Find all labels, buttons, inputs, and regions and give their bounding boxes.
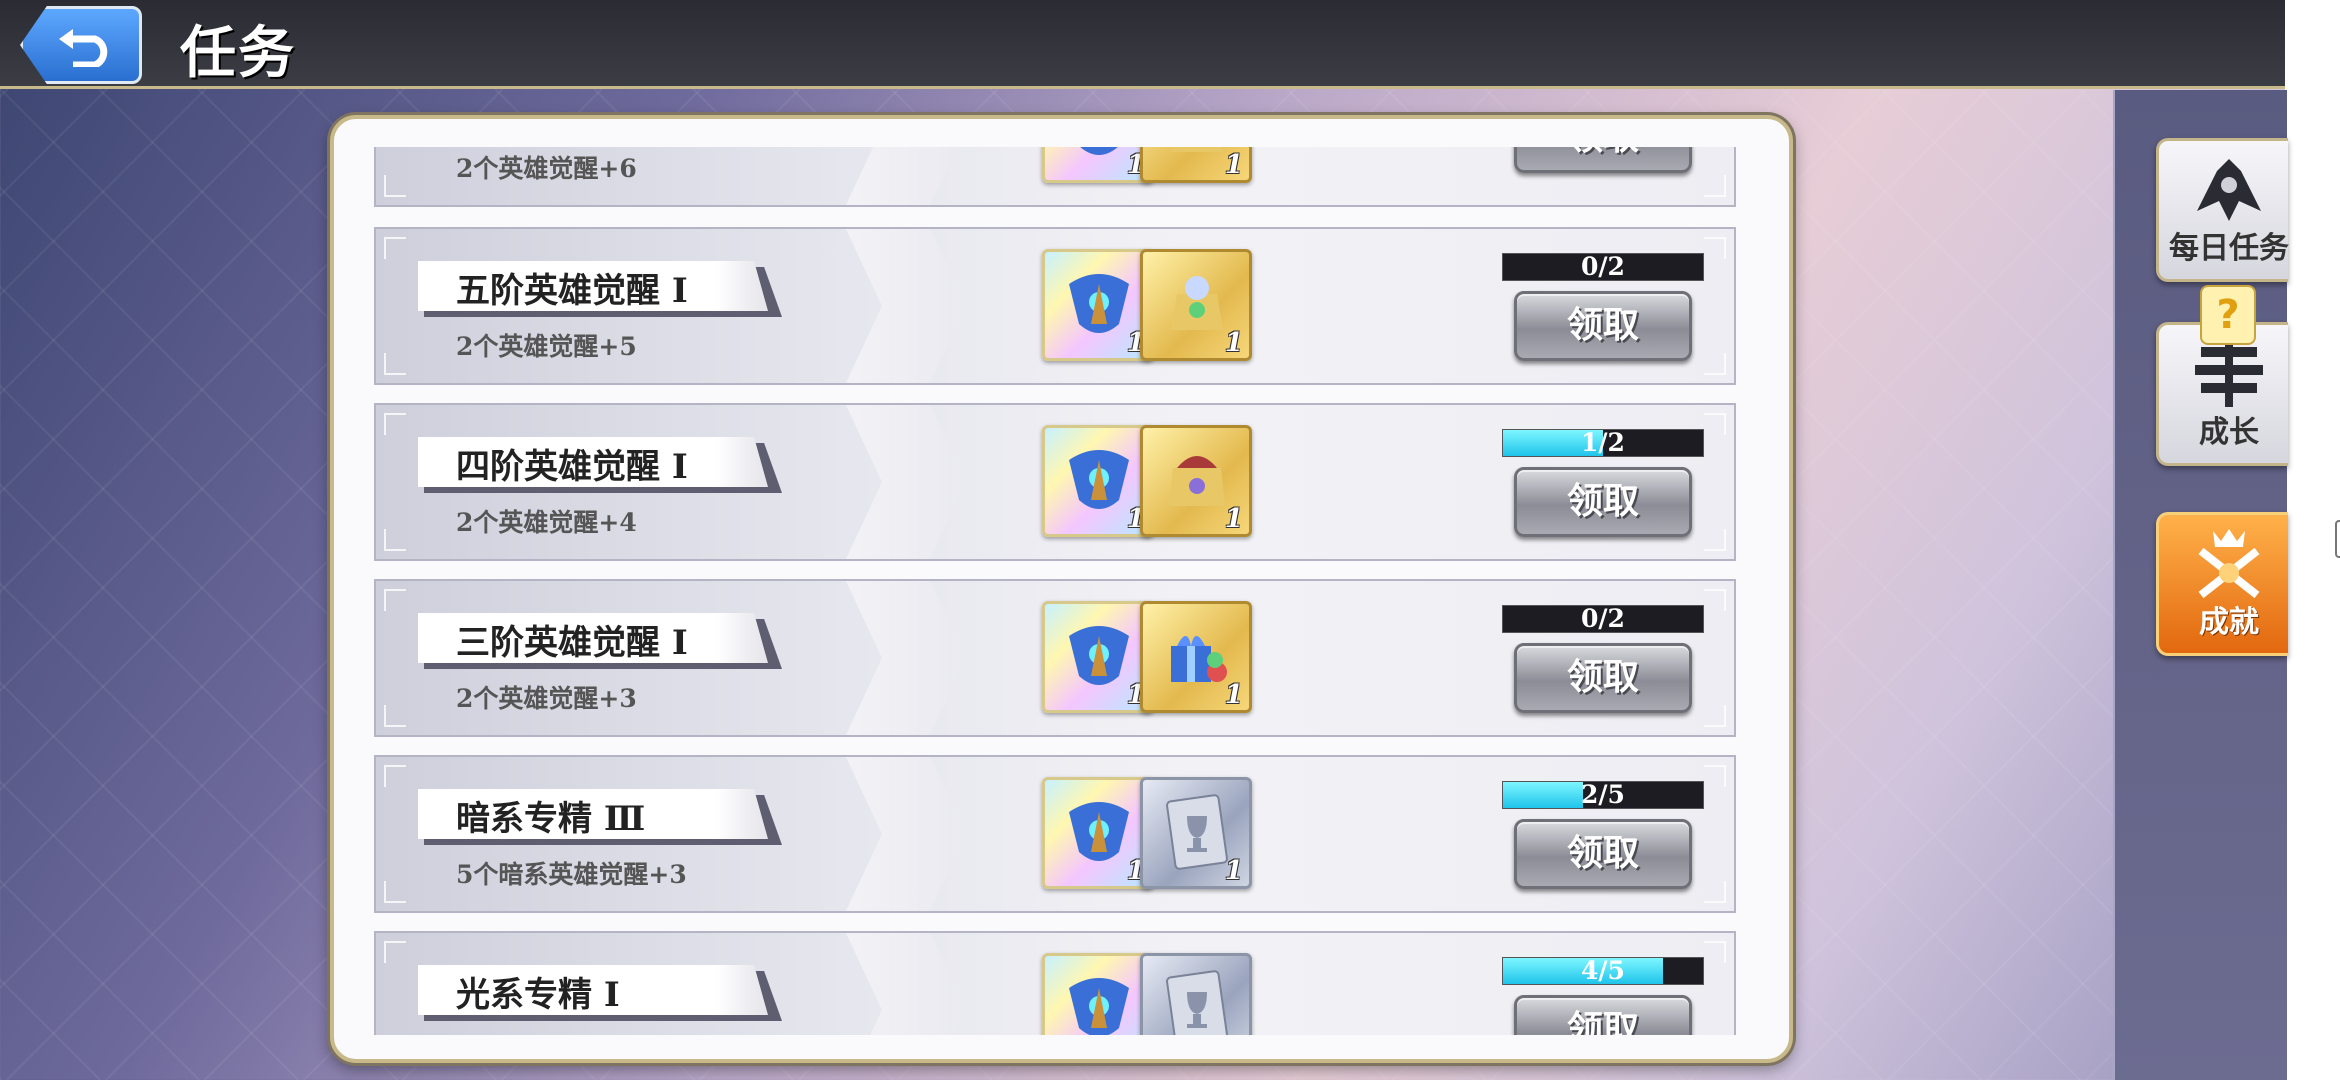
progress-text: 1/2 xyxy=(1581,428,1625,457)
back-arrow-icon xyxy=(59,29,108,67)
claim-button[interactable]: 领取 xyxy=(1514,995,1692,1035)
reward-item[interactable]: 1 xyxy=(1042,147,1154,183)
task-list-panel: 2个英雄觉醒+6 1 1 领取 五阶英雄觉醒 Ⅰ 2个英雄觉醒+5 xyxy=(330,115,1793,1063)
task-row: 暗系专精 Ⅲ 5个暗系英雄觉醒+3 1 1 2/5 领取 xyxy=(374,755,1736,913)
reward-item[interactable]: 1 xyxy=(1140,147,1252,183)
corner-ornament xyxy=(384,705,406,727)
wing-emblem-icon xyxy=(1069,978,1129,1035)
progress-bar: 0/2 xyxy=(1502,605,1704,633)
task-row: 四阶英雄觉醒 Ⅰ 2个英雄觉醒+4 1 1 1/2 领取 xyxy=(374,403,1736,561)
crossed-swords-crown-icon xyxy=(2198,529,2260,599)
reward-item[interactable] xyxy=(1140,953,1252,1035)
task-description: 2个英雄觉醒+6 xyxy=(456,154,637,183)
reward-quantity: 1 xyxy=(1224,856,1243,886)
row-decoration xyxy=(846,405,966,559)
lion-crest-icon xyxy=(2197,159,2261,221)
reward-quantity: 1 xyxy=(1224,150,1243,180)
row-decoration xyxy=(846,581,966,735)
corner-ornament xyxy=(384,175,406,197)
corner-ornament xyxy=(384,941,406,963)
reward-item[interactable] xyxy=(1042,953,1154,1035)
reward-item[interactable]: 1 xyxy=(1042,601,1154,713)
row-decoration xyxy=(846,229,966,383)
task-title: 四阶英雄觉醒 Ⅰ xyxy=(456,447,688,487)
row-decoration xyxy=(846,757,966,911)
corner-ornament xyxy=(1704,529,1726,551)
corner-ornament xyxy=(384,353,406,375)
corner-ornament xyxy=(384,589,406,611)
corner-ornament xyxy=(1704,765,1726,787)
task-row: 光系专精 Ⅰ 4/5 领取 xyxy=(374,931,1736,1035)
corner-ornament xyxy=(1704,705,1726,727)
back-button[interactable] xyxy=(20,6,142,84)
claim-button[interactable]: 领取 xyxy=(1514,291,1692,361)
corner-ornament xyxy=(1704,941,1726,963)
tab-label: 成长 xyxy=(2199,415,2259,450)
claim-button[interactable]: 领取 xyxy=(1514,643,1692,713)
task-description: 2个英雄觉醒+4 xyxy=(456,508,637,537)
task-title: 光系专精 Ⅰ xyxy=(456,975,620,1015)
progress-bar: 2/5 xyxy=(1502,781,1704,809)
reward-item[interactable]: 1 xyxy=(1140,777,1252,889)
page-title: 任务 xyxy=(180,20,296,86)
corner-ornament xyxy=(384,529,406,551)
progress-text: 0/2 xyxy=(1581,604,1625,633)
corner-ornament xyxy=(384,237,406,259)
progress-bar: 4/5 xyxy=(1502,957,1704,985)
tab-achievements[interactable]: 成就 xyxy=(2156,512,2288,656)
corner-ornament xyxy=(1704,237,1726,259)
reward-item[interactable]: 1 xyxy=(1042,249,1154,361)
reward-quantity: 1 xyxy=(1224,504,1243,534)
task-title: 三阶英雄觉醒 Ⅰ xyxy=(456,623,688,663)
task-description: 2个英雄觉醒+5 xyxy=(456,332,637,361)
edge-handle xyxy=(2335,520,2340,558)
corner-ornament xyxy=(384,413,406,435)
reward-item[interactable]: 1 xyxy=(1140,601,1252,713)
claim-button[interactable]: 领取 xyxy=(1514,819,1692,889)
task-description: 5个暗系英雄觉醒+3 xyxy=(456,860,687,889)
reward-item[interactable]: 1 xyxy=(1140,249,1252,361)
task-row: 2个英雄觉醒+6 1 1 领取 xyxy=(374,147,1736,207)
claim-button[interactable]: 领取 xyxy=(1514,467,1692,537)
task-row: 五阶英雄觉醒 Ⅰ 2个英雄觉醒+5 1 1 0/2 领取 xyxy=(374,227,1736,385)
reward-item[interactable]: 1 xyxy=(1140,425,1252,537)
corner-ornament xyxy=(1704,353,1726,375)
question-badge: ? xyxy=(2200,285,2256,345)
progress-text: 0/2 xyxy=(1581,252,1625,281)
trophy-card-icon xyxy=(1166,970,1228,1035)
progress-bar: 1/2 xyxy=(1502,429,1704,457)
corner-ornament xyxy=(384,881,406,903)
corner-ornament xyxy=(1704,175,1726,197)
reward-item[interactable]: 1 xyxy=(1042,425,1154,537)
tab-daily-tasks[interactable]: 每日任务 xyxy=(2156,138,2289,282)
progress-bar: 0/2 xyxy=(1502,253,1704,281)
corner-ornament xyxy=(1704,589,1726,611)
reward-item[interactable]: 1 xyxy=(1042,777,1154,889)
tab-label: 每日任务 xyxy=(2169,231,2289,266)
reward-quantity: 1 xyxy=(1224,328,1243,358)
top-bar: 任务 xyxy=(0,0,2285,89)
reward-quantity: 1 xyxy=(1224,680,1243,710)
task-list[interactable]: 2个英雄觉醒+6 1 1 领取 五阶英雄觉醒 Ⅰ 2个英雄觉醒+5 xyxy=(374,147,1736,1035)
claim-button[interactable]: 领取 xyxy=(1514,147,1692,173)
screen-edge xyxy=(2285,0,2340,1080)
task-row: 三阶英雄觉醒 Ⅰ 2个英雄觉醒+3 1 1 0/2 领取 xyxy=(374,579,1736,737)
row-decoration xyxy=(846,147,966,205)
corner-ornament xyxy=(1704,881,1726,903)
tree-crest-icon xyxy=(2195,345,2263,407)
task-title: 五阶英雄觉醒 Ⅰ xyxy=(456,271,688,311)
task-title: 暗系专精 Ⅲ xyxy=(456,799,646,839)
corner-ornament xyxy=(1704,413,1726,435)
progress-text: 2/5 xyxy=(1581,780,1625,809)
corner-ornament xyxy=(384,765,406,787)
progress-text: 4/5 xyxy=(1581,956,1625,985)
tab-label: 成就 xyxy=(2199,605,2259,640)
task-description: 2个英雄觉醒+3 xyxy=(456,684,637,713)
row-decoration xyxy=(846,933,966,1035)
